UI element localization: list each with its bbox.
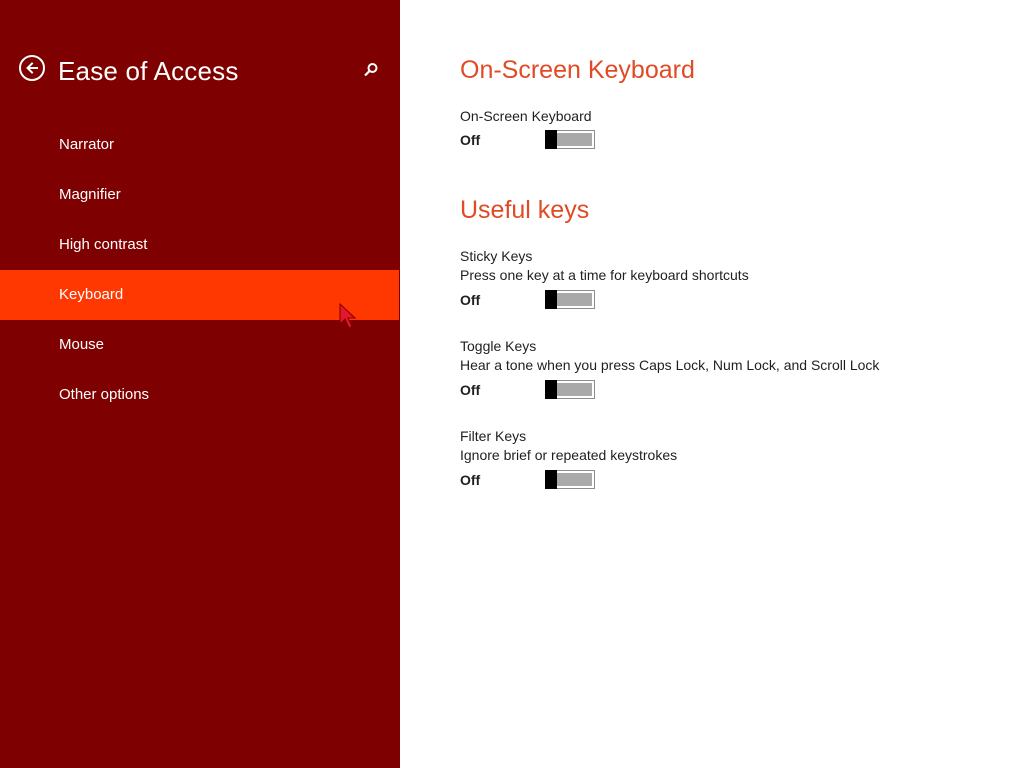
toggle-keys-label: Toggle Keys xyxy=(460,338,537,354)
sidebar-item-mouse[interactable]: Mouse xyxy=(0,320,400,370)
sidebar-item-magnifier[interactable]: Magnifier xyxy=(0,170,400,220)
sidebar-item-keyboard[interactable]: Keyboard xyxy=(0,270,399,320)
toggle-keys-state: Off xyxy=(460,382,481,398)
ease-of-access-settings: Ease of Access Narrator Magnifier High c… xyxy=(0,0,1024,768)
toggle-thumb xyxy=(545,130,557,149)
sticky-keys-description: Press one key at a time for keyboard sho… xyxy=(460,267,749,283)
toggle-keys-description: Hear a tone when you press Caps Lock, Nu… xyxy=(460,357,880,373)
sticky-keys-toggle[interactable] xyxy=(545,290,595,309)
toggle-thumb xyxy=(545,470,557,489)
filter-keys-description: Ignore brief or repeated keystrokes xyxy=(460,447,678,463)
onscreen-keyboard-state: Off xyxy=(460,132,481,148)
back-button[interactable] xyxy=(19,55,45,81)
sidebar-item-narrator[interactable]: Narrator xyxy=(0,120,400,170)
sidebar-item-label: Magnifier xyxy=(59,186,121,203)
back-arrow-icon xyxy=(26,62,38,74)
toggle-thumb xyxy=(545,290,557,309)
page-title: Ease of Access xyxy=(58,56,239,86)
onscreen-keyboard-toggle[interactable] xyxy=(545,130,595,149)
filter-keys-label: Filter Keys xyxy=(460,428,527,444)
onscreen-keyboard-label: On-Screen Keyboard xyxy=(460,108,592,124)
sticky-keys-state: Off xyxy=(460,292,481,308)
section-heading-useful-keys: Useful keys xyxy=(460,196,590,224)
sidebar-item-high-contrast[interactable]: High contrast xyxy=(0,220,400,270)
search-button[interactable] xyxy=(362,61,380,79)
toggle-thumb xyxy=(545,380,557,399)
sidebar: Ease of Access Narrator Magnifier High c… xyxy=(0,0,400,768)
sticky-keys-label: Sticky Keys xyxy=(460,248,533,264)
sidebar-item-label: Mouse xyxy=(59,336,105,353)
sidebar-item-label: Other options xyxy=(59,386,150,403)
sidebar-item-label: High contrast xyxy=(59,236,148,253)
toggle-keys-toggle[interactable] xyxy=(545,380,595,399)
filter-keys-toggle[interactable] xyxy=(545,470,595,489)
section-heading-onscreen-keyboard: On-Screen Keyboard xyxy=(460,56,695,84)
sidebar-item-label: Keyboard xyxy=(59,286,124,303)
sidebar-item-other-options[interactable]: Other options xyxy=(0,370,400,420)
sidebar-nav: Narrator Magnifier High contrast Keyboar… xyxy=(0,120,400,420)
search-icon xyxy=(364,63,378,77)
filter-keys-state: Off xyxy=(460,472,481,488)
sidebar-item-label: Narrator xyxy=(59,136,115,153)
